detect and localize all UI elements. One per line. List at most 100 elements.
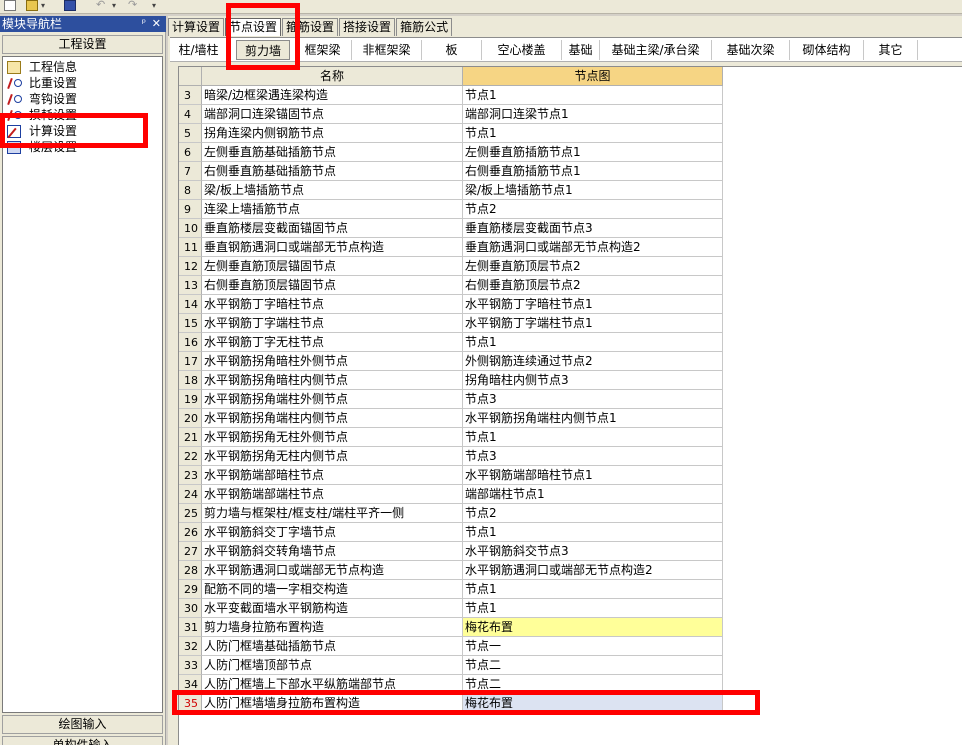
row-name-cell[interactable]: 水平变截面墙水平钢筋构造 bbox=[202, 599, 463, 618]
row-node-cell[interactable]: 节点1 bbox=[463, 599, 723, 618]
row-name-cell[interactable]: 水平钢筋斜交转角墙节点 bbox=[202, 542, 463, 561]
row-node-cell[interactable]: 垂直筋楼层变截面节点3 bbox=[463, 219, 723, 238]
row-name-cell[interactable]: 水平钢筋拐角端柱内侧节点 bbox=[202, 409, 463, 428]
row-name-cell[interactable]: 人防门框墙基础插筋节点 bbox=[202, 637, 463, 656]
row-number[interactable]: 26 bbox=[179, 523, 202, 542]
row-name-cell[interactable]: 暗梁/边框梁遇连梁构造 bbox=[202, 86, 463, 105]
row-name-cell[interactable]: 剪力墙与框架柱/框支柱/端柱平齐一侧 bbox=[202, 504, 463, 523]
row-number[interactable]: 5 bbox=[179, 124, 202, 143]
row-name-cell[interactable]: 右侧垂直筋基础插筋节点 bbox=[202, 162, 463, 181]
row-node-cell[interactable]: 节点一 bbox=[463, 637, 723, 656]
nav-item-loss-settings[interactable]: 损耗设置 bbox=[7, 107, 77, 123]
row-number[interactable]: 27 bbox=[179, 542, 202, 561]
table-row[interactable]: 13 右侧垂直筋顶层锚固节点 右侧垂直筋顶层节点2 bbox=[179, 276, 723, 295]
row-name-cell[interactable]: 水平钢筋丁字端柱节点 bbox=[202, 314, 463, 333]
row-node-cell[interactable]: 节点二 bbox=[463, 675, 723, 694]
subtab-other[interactable]: 其它 bbox=[864, 40, 918, 60]
row-name-cell[interactable]: 水平钢筋斜交丁字墙节点 bbox=[202, 523, 463, 542]
subtab-masonry[interactable]: 砌体结构 bbox=[790, 40, 864, 60]
row-node-cell[interactable]: 节点1 bbox=[463, 580, 723, 599]
table-row[interactable]: 30 水平变截面墙水平钢筋构造 节点1 bbox=[179, 599, 723, 618]
row-node-cell[interactable]: 节点1 bbox=[463, 124, 723, 143]
row-number[interactable]: 6 bbox=[179, 143, 202, 162]
table-row[interactable]: 10 垂直筋楼层变截面锚固节点 垂直筋楼层变截面节点3 bbox=[179, 219, 723, 238]
table-row[interactable]: 12 左侧垂直筋顶层锚固节点 左侧垂直筋顶层节点2 bbox=[179, 257, 723, 276]
row-node-cell[interactable]: 节点二 bbox=[463, 656, 723, 675]
table-row[interactable]: 14 水平钢筋丁字暗柱节点 水平钢筋丁字暗柱节点1 bbox=[179, 295, 723, 314]
row-number[interactable]: 14 bbox=[179, 295, 202, 314]
row-name-cell[interactable]: 垂直筋楼层变截面锚固节点 bbox=[202, 219, 463, 238]
table-row[interactable]: 9 连梁上墙插筋节点 节点2 bbox=[179, 200, 723, 219]
table-row[interactable]: 19 水平钢筋拐角端柱外侧节点 节点3 bbox=[179, 390, 723, 409]
row-node-cell[interactable]: 右侧垂直筋顶层节点2 bbox=[463, 276, 723, 295]
table-row[interactable]: 35 人防门框墙墙身拉筋布置构造 梅花布置 bbox=[179, 694, 723, 713]
tab-node-settings[interactable]: 节点设置 bbox=[225, 18, 282, 36]
row-name-cell[interactable]: 水平钢筋拐角无柱外侧节点 bbox=[202, 428, 463, 447]
subtab-shear-wall[interactable]: 剪力墙 bbox=[236, 40, 290, 60]
table-row[interactable]: 29 配筋不同的墙一字相交构造 节点1 bbox=[179, 580, 723, 599]
tab-stirrup-formula[interactable]: 箍筋公式 bbox=[396, 18, 453, 36]
row-number[interactable]: 3 bbox=[179, 86, 202, 105]
row-number[interactable]: 30 bbox=[179, 599, 202, 618]
row-number[interactable]: 24 bbox=[179, 485, 202, 504]
table-row[interactable]: 23 水平钢筋端部暗柱节点 水平钢筋端部暗柱节点1 bbox=[179, 466, 723, 485]
table-row[interactable]: 7 右侧垂直筋基础插筋节点 右侧垂直筋插筋节点1 bbox=[179, 162, 723, 181]
row-name-cell[interactable]: 水平钢筋端部端柱节点 bbox=[202, 485, 463, 504]
row-number[interactable]: 9 bbox=[179, 200, 202, 219]
row-node-cell[interactable]: 节点1 bbox=[463, 86, 723, 105]
row-number[interactable]: 4 bbox=[179, 105, 202, 124]
subtab-hollow-floor[interactable]: 空心楼盖 bbox=[482, 40, 562, 60]
row-number[interactable]: 35 bbox=[179, 694, 202, 713]
table-row[interactable]: 6 左侧垂直筋基础插筋节点 左侧垂直筋插筋节点1 bbox=[179, 143, 723, 162]
subtab-slab[interactable]: 板 bbox=[422, 40, 482, 60]
row-node-cell[interactable]: 水平钢筋斜交节点3 bbox=[463, 542, 723, 561]
row-node-cell[interactable]: 水平钢筋丁字端柱节点1 bbox=[463, 314, 723, 333]
row-number[interactable]: 22 bbox=[179, 447, 202, 466]
table-row[interactable]: 4 端部洞口连梁锚固节点 端部洞口连梁节点1 bbox=[179, 105, 723, 124]
row-number[interactable]: 18 bbox=[179, 371, 202, 390]
row-node-cell[interactable]: 梅花布置 bbox=[463, 694, 723, 713]
row-name-cell[interactable]: 配筋不同的墙一字相交构造 bbox=[202, 580, 463, 599]
row-name-cell[interactable]: 水平钢筋丁字暗柱节点 bbox=[202, 295, 463, 314]
subtab-non-frame-beam[interactable]: 非框架梁 bbox=[352, 40, 422, 60]
row-name-cell[interactable]: 垂直钢筋遇洞口或端部无节点构造 bbox=[202, 238, 463, 257]
row-node-cell[interactable]: 节点2 bbox=[463, 504, 723, 523]
row-number[interactable]: 8 bbox=[179, 181, 202, 200]
row-number[interactable]: 25 bbox=[179, 504, 202, 523]
table-row[interactable]: 3 暗梁/边框梁遇连梁构造 节点1 bbox=[179, 86, 723, 105]
row-node-cell[interactable]: 水平钢筋端部暗柱节点1 bbox=[463, 466, 723, 485]
row-node-cell[interactable]: 垂直筋遇洞口或端部无节点构造2 bbox=[463, 238, 723, 257]
row-node-cell[interactable]: 节点2 bbox=[463, 200, 723, 219]
row-node-cell[interactable]: 外侧钢筋连续通过节点2 bbox=[463, 352, 723, 371]
table-row[interactable]: 21 水平钢筋拐角无柱外侧节点 节点1 bbox=[179, 428, 723, 447]
row-number[interactable]: 29 bbox=[179, 580, 202, 599]
table-row[interactable]: 20 水平钢筋拐角端柱内侧节点 水平钢筋拐角端柱内侧节点1 bbox=[179, 409, 723, 428]
table-row[interactable]: 31 剪力墙身拉筋布置构造 梅花布置 bbox=[179, 618, 723, 637]
row-name-cell[interactable]: 左侧垂直筋基础插筋节点 bbox=[202, 143, 463, 162]
subtab-foundation[interactable]: 基础 bbox=[562, 40, 600, 60]
table-row[interactable]: 28 水平钢筋遇洞口或端部无节点构造 水平钢筋遇洞口或端部无节点构造2 bbox=[179, 561, 723, 580]
nav-item-calc-settings[interactable]: 计算设置 bbox=[7, 123, 77, 139]
row-name-cell[interactable]: 端部洞口连梁锚固节点 bbox=[202, 105, 463, 124]
row-number[interactable]: 17 bbox=[179, 352, 202, 371]
row-node-cell[interactable]: 水平钢筋丁字暗柱节点1 bbox=[463, 295, 723, 314]
table-row[interactable]: 5 拐角连梁内侧钢筋节点 节点1 bbox=[179, 124, 723, 143]
row-node-cell[interactable]: 端部端柱节点1 bbox=[463, 485, 723, 504]
row-number[interactable]: 13 bbox=[179, 276, 202, 295]
close-icon[interactable]: ✕ bbox=[152, 16, 161, 32]
tab-calc-settings[interactable]: 计算设置 bbox=[168, 18, 225, 36]
table-row[interactable]: 26 水平钢筋斜交丁字墙节点 节点1 bbox=[179, 523, 723, 542]
column-header-name[interactable]: 名称 bbox=[202, 67, 463, 86]
single-component-input-tab[interactable]: 单构件输入 bbox=[2, 736, 163, 745]
table-row[interactable]: 34 人防门框墙上下部水平纵筋端部节点 节点二 bbox=[179, 675, 723, 694]
save-icon[interactable] bbox=[64, 0, 76, 11]
row-name-cell[interactable]: 左侧垂直筋顶层锚固节点 bbox=[202, 257, 463, 276]
row-name-cell[interactable]: 水平钢筋拐角端柱外侧节点 bbox=[202, 390, 463, 409]
row-number[interactable]: 11 bbox=[179, 238, 202, 257]
row-name-cell[interactable]: 剪力墙身拉筋布置构造 bbox=[202, 618, 463, 637]
row-node-cell[interactable]: 节点3 bbox=[463, 390, 723, 409]
row-number[interactable]: 28 bbox=[179, 561, 202, 580]
row-number[interactable]: 21 bbox=[179, 428, 202, 447]
table-row[interactable]: 8 梁/板上墙插筋节点 梁/板上墙插筋节点1 bbox=[179, 181, 723, 200]
nav-item-project-info[interactable]: 工程信息 bbox=[7, 59, 77, 75]
